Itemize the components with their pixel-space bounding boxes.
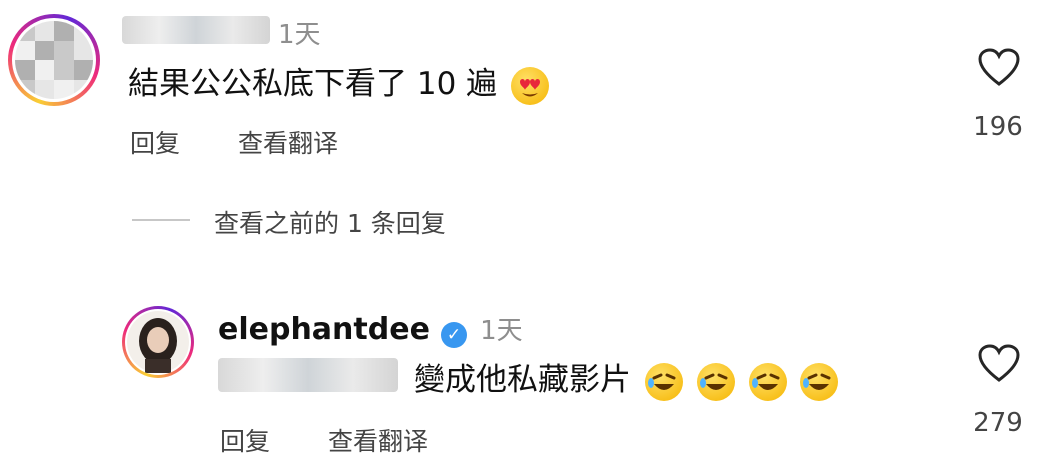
rofl-emoji-icon — [644, 362, 683, 401]
blurred-avatar-image — [15, 21, 93, 99]
like-count: 279 — [973, 408, 1023, 438]
username[interactable]: elephantdee — [218, 312, 430, 347]
rofl-emoji-icon — [800, 362, 839, 401]
username-row: elephantdee ✓ 1天 — [218, 310, 523, 348]
comment-time: 1天 — [480, 316, 523, 346]
profile-photo — [127, 311, 189, 373]
like-button[interactable] — [978, 344, 1020, 388]
translate-button[interactable]: 查看翻译 — [328, 422, 428, 458]
rofl-emoji-icon — [748, 362, 787, 401]
blurred-username[interactable] — [122, 16, 270, 44]
like-count: 196 — [973, 112, 1023, 142]
reply-button[interactable]: 回复 — [130, 124, 180, 160]
avatar-commenter-1[interactable] — [8, 14, 100, 106]
view-previous-replies-button[interactable]: 查看之前的 1 条回复 — [214, 204, 446, 240]
heart-eyes-emoji-icon — [511, 66, 550, 105]
verified-badge-icon: ✓ — [441, 321, 468, 348]
replies-divider-line — [132, 219, 190, 221]
reply-button[interactable]: 回复 — [220, 422, 270, 458]
comment-text: 變成他私藏影片 — [414, 354, 839, 401]
comment-time: 1天 — [278, 20, 321, 50]
rofl-emoji-icon — [696, 362, 735, 401]
heart-icon — [978, 48, 1020, 86]
like-button[interactable] — [978, 48, 1020, 92]
blurred-mention[interactable] — [218, 358, 398, 392]
heart-icon — [978, 344, 1020, 382]
avatar-elephantdee[interactable] — [122, 306, 194, 378]
comment-text: 結果公公私底下看了 10 遍 — [128, 58, 550, 105]
translate-button[interactable]: 查看翻译 — [238, 124, 338, 160]
